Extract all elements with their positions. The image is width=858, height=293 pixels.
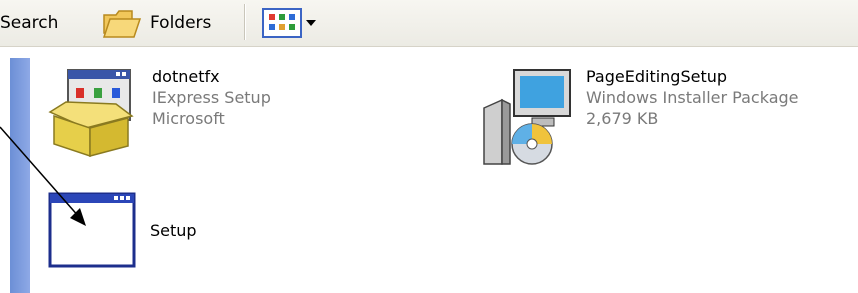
- annotation-arrow: [0, 126, 86, 226]
